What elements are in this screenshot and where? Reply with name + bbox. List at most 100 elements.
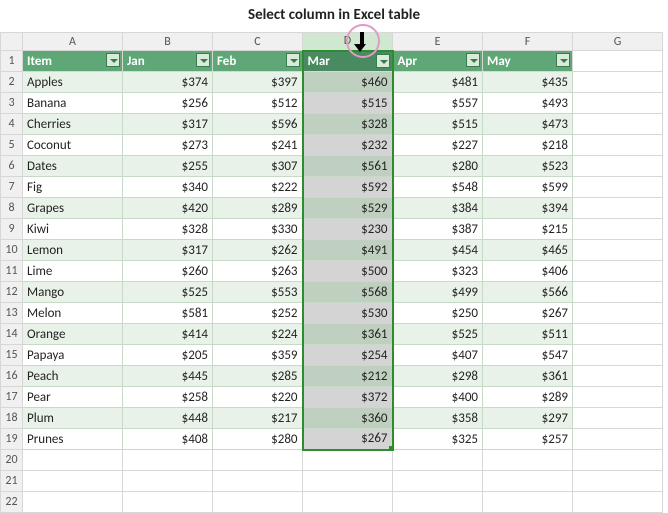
filter-dropdown-icon[interactable] [556, 53, 570, 67]
column-header-C[interactable]: C [213, 33, 303, 51]
cell-empty[interactable] [573, 345, 663, 366]
row-header-1[interactable]: 1 [1, 51, 23, 72]
cell-value[interactable]: $473 [483, 114, 573, 135]
cell-value[interactable]: $360 [303, 408, 393, 429]
cell-value[interactable]: $515 [303, 93, 393, 114]
table-header-may[interactable]: May [483, 51, 573, 72]
cell-value[interactable]: $232 [303, 135, 393, 156]
cell-value[interactable]: $568 [303, 282, 393, 303]
cell-value[interactable]: $515 [393, 114, 483, 135]
cell-value[interactable]: $529 [303, 198, 393, 219]
cell-empty[interactable] [573, 72, 663, 93]
cell-value[interactable]: $420 [123, 198, 213, 219]
cell-item[interactable]: Melon [23, 303, 123, 324]
cell-value[interactable]: $361 [303, 324, 393, 345]
row-header-10[interactable]: 10 [1, 240, 23, 261]
cell-value[interactable]: $384 [393, 198, 483, 219]
row-header-7[interactable]: 7 [1, 177, 23, 198]
cell-value[interactable]: $408 [123, 429, 213, 450]
table-header-mar[interactable]: Mar [303, 51, 393, 72]
cell-empty[interactable] [23, 450, 123, 471]
cell-empty[interactable] [303, 492, 393, 513]
cell-empty[interactable] [483, 492, 573, 513]
filter-dropdown-icon[interactable] [196, 53, 210, 67]
row-header-16[interactable]: 16 [1, 366, 23, 387]
cell-value[interactable]: $298 [393, 366, 483, 387]
cell-empty[interactable] [573, 408, 663, 429]
table-header-feb[interactable]: Feb [213, 51, 303, 72]
row-header-21[interactable]: 21 [1, 471, 23, 492]
cell-empty[interactable] [393, 450, 483, 471]
cell-empty[interactable] [573, 261, 663, 282]
table-header-apr[interactable]: Apr [393, 51, 483, 72]
cell-value[interactable]: $397 [213, 72, 303, 93]
table-header-item[interactable]: Item [23, 51, 123, 72]
cell-value[interactable]: $280 [213, 429, 303, 450]
cell-value[interactable]: $599 [483, 177, 573, 198]
cell-empty[interactable] [483, 471, 573, 492]
row-header-2[interactable]: 2 [1, 72, 23, 93]
cell-empty[interactable] [213, 471, 303, 492]
cell-value[interactable]: $267 [303, 429, 393, 450]
cell-value[interactable]: $465 [483, 240, 573, 261]
cell-empty[interactable] [573, 492, 663, 513]
column-header-E[interactable]: E [393, 33, 483, 51]
table-header-jan[interactable]: Jan [123, 51, 213, 72]
cell-item[interactable]: Fig [23, 177, 123, 198]
cell-value[interactable]: $250 [393, 303, 483, 324]
row-header-5[interactable]: 5 [1, 135, 23, 156]
cell-value[interactable]: $328 [123, 219, 213, 240]
cell-item[interactable]: Coconut [23, 135, 123, 156]
cell-item[interactable]: Prunes [23, 429, 123, 450]
cell-item[interactable]: Peach [23, 366, 123, 387]
cell-empty[interactable] [573, 177, 663, 198]
cell-value[interactable]: $359 [213, 345, 303, 366]
row-header-14[interactable]: 14 [1, 324, 23, 345]
cell-empty[interactable] [393, 492, 483, 513]
cell-value[interactable]: $215 [483, 219, 573, 240]
cell-item[interactable]: Banana [23, 93, 123, 114]
cell-empty[interactable] [573, 135, 663, 156]
cell-value[interactable]: $499 [393, 282, 483, 303]
column-header-B[interactable]: B [123, 33, 213, 51]
row-header-12[interactable]: 12 [1, 282, 23, 303]
cell-value[interactable]: $553 [213, 282, 303, 303]
row-header-18[interactable]: 18 [1, 408, 23, 429]
cell-value[interactable]: $330 [213, 219, 303, 240]
row-header-4[interactable]: 4 [1, 114, 23, 135]
cell-value[interactable]: $525 [393, 324, 483, 345]
cell-empty[interactable] [123, 450, 213, 471]
cell-empty[interactable] [483, 450, 573, 471]
cell-item[interactable]: Plum [23, 408, 123, 429]
cell-value[interactable]: $205 [123, 345, 213, 366]
cell-value[interactable]: $260 [123, 261, 213, 282]
cell-value[interactable]: $241 [213, 135, 303, 156]
cell-value[interactable]: $285 [213, 366, 303, 387]
cell-value[interactable]: $328 [303, 114, 393, 135]
cell-value[interactable]: $454 [393, 240, 483, 261]
cell-empty[interactable] [573, 219, 663, 240]
cell-item[interactable]: Lemon [23, 240, 123, 261]
cell-empty[interactable] [573, 324, 663, 345]
cell-item[interactable]: Cherries [23, 114, 123, 135]
cell-value[interactable]: $317 [123, 114, 213, 135]
cell-value[interactable]: $445 [123, 366, 213, 387]
cell-empty[interactable] [23, 492, 123, 513]
row-header-6[interactable]: 6 [1, 156, 23, 177]
cell-value[interactable]: $267 [483, 303, 573, 324]
cell-item[interactable]: Mango [23, 282, 123, 303]
cell-value[interactable]: $340 [123, 177, 213, 198]
cell-item[interactable]: Apples [23, 72, 123, 93]
row-header-11[interactable]: 11 [1, 261, 23, 282]
cell-value[interactable]: $406 [483, 261, 573, 282]
cell-empty[interactable] [303, 450, 393, 471]
cell-value[interactable]: $227 [393, 135, 483, 156]
column-header-A[interactable]: A [23, 33, 123, 51]
cell-value[interactable]: $491 [303, 240, 393, 261]
cell-empty[interactable] [573, 366, 663, 387]
cell-value[interactable]: $257 [483, 429, 573, 450]
filter-dropdown-icon[interactable] [286, 53, 300, 67]
cell-empty[interactable] [573, 471, 663, 492]
cell-value[interactable]: $325 [393, 429, 483, 450]
cell-value[interactable]: $230 [303, 219, 393, 240]
